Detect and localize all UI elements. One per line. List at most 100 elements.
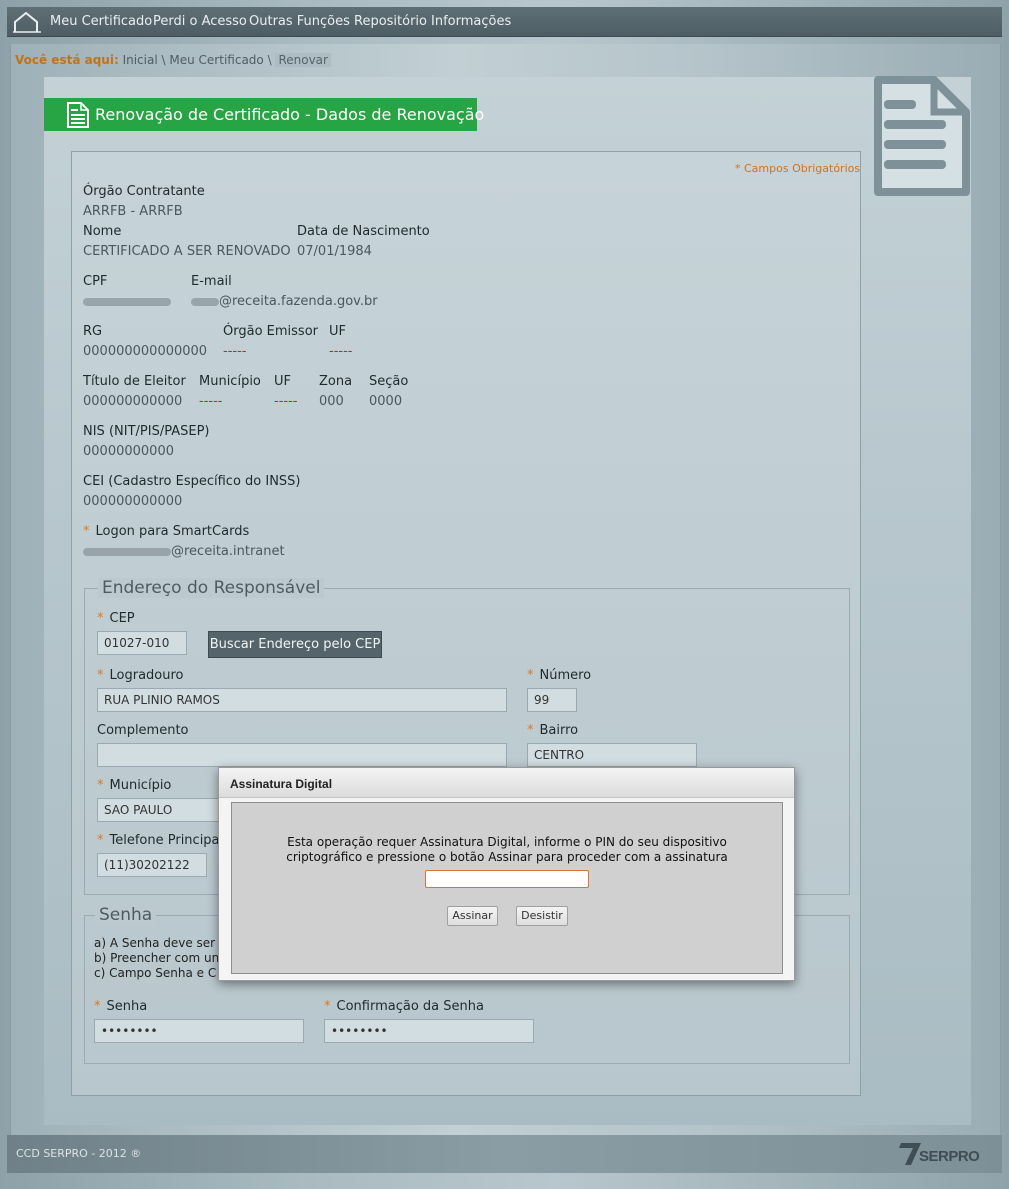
endereco-legend: Endereço do Responsável [98, 578, 325, 598]
required-marker: * [324, 999, 331, 1014]
document-list-icon [66, 101, 90, 129]
dialog-message: Esta operação requer Assinatura Digital,… [232, 835, 782, 865]
nav-informacoes[interactable]: Informações [431, 14, 511, 29]
dialog-header[interactable]: Assinatura Digital [219, 768, 794, 798]
orgao-contratante-label: Órgão Contratante [83, 184, 205, 199]
cei-value: 000000000000 [83, 494, 183, 509]
top-nav-bar: Meu Certificado Perdi o Acesso Outras Fu… [7, 7, 1002, 37]
senha-label-text: Senha [106, 999, 148, 1014]
desistir-button[interactable]: Desistir [516, 906, 568, 926]
cep-input[interactable]: 01027-010 [97, 631, 187, 655]
serpro-logo-text: SERPRO [919, 1148, 980, 1165]
logon-label-text: Logon para SmartCards [95, 524, 250, 539]
nav-repositorio[interactable]: Repositório [354, 14, 427, 29]
municipio-input[interactable]: SAO PAULO [97, 798, 227, 822]
senha-rule-a: a) A Senha deve ser [94, 936, 216, 950]
bairro-label: * Bairro [527, 723, 578, 738]
municipio-eleitor-value: ----- [199, 394, 223, 409]
cei-label: CEI (Cadastro Específico do INSS) [83, 474, 301, 489]
numero-label: * Número [527, 668, 591, 683]
cpf-label: CPF [83, 274, 108, 289]
breadcrumb-label: Você está aqui: [15, 53, 119, 67]
breadcrumb-item-meu-certificado[interactable]: Meu Certificado [169, 53, 263, 67]
nome-value: CERTIFICADO A SER RENOVADO [83, 244, 291, 259]
nis-value: 00000000000 [83, 444, 174, 459]
required-marker: * [97, 611, 104, 626]
cpf-value-redacted [83, 294, 171, 309]
logon-domain: @receita.intranet [171, 544, 285, 559]
uf-rg-label: UF [329, 324, 346, 339]
required-marker: * [527, 723, 534, 738]
home-icon[interactable] [13, 10, 43, 34]
titulo-eleitor-value: 000000000000 [83, 394, 183, 409]
data-nascimento-label: Data de Nascimento [297, 224, 430, 239]
buscar-endereco-button[interactable]: Buscar Endereço pelo CEP [208, 631, 382, 658]
logradouro-label-text: Logradouro [109, 668, 184, 683]
secao-value: 0000 [369, 394, 403, 409]
telefone-label-text: Telefone Principal [109, 833, 224, 848]
nav-outras-funcoes[interactable]: Outras Funções [249, 14, 350, 29]
breadcrumb: Você está aqui: Inicial \ Meu Certificad… [15, 53, 331, 67]
logradouro-label: * Logradouro [97, 668, 184, 683]
confirmacao-label-text: Confirmação da Senha [336, 999, 484, 1014]
breadcrumb-separator: \ [161, 53, 166, 67]
footer: CCD SERPRO - 2012 ® SERPRO [7, 1135, 1002, 1173]
senha-label: * Senha [94, 999, 147, 1014]
cep-label-text: CEP [109, 611, 135, 626]
nav-perdi-o-acesso[interactable]: Perdi o Acesso [153, 14, 247, 29]
nome-label: Nome [83, 224, 122, 239]
dialog-title: Assinatura Digital [230, 777, 333, 791]
dialog-message-line-1: Esta operação requer Assinatura Digital,… [287, 835, 727, 849]
assinar-button[interactable]: Assinar [447, 906, 498, 926]
zona-value: 000 [319, 394, 344, 409]
confirmacao-senha-label: * Confirmação da Senha [324, 999, 484, 1014]
dialog-body: Esta operação requer Assinatura Digital,… [231, 802, 783, 974]
secao-label: Seção [369, 374, 409, 389]
email-label: E-mail [191, 274, 232, 289]
rg-value: 000000000000000 [83, 344, 208, 359]
logon-label: * Logon para SmartCards [83, 524, 249, 539]
senha-legend: Senha [95, 905, 157, 925]
bairro-input[interactable]: CENTRO [527, 743, 697, 767]
rg-label: RG [83, 324, 103, 339]
telefone-label: * Telefone Principal [97, 833, 223, 848]
serpro-logo[interactable]: SERPRO [897, 1139, 995, 1169]
dialog-message-line-2: criptográfico e pressione o botão Assina… [286, 850, 728, 864]
data-nascimento-value: 07/01/1984 [297, 244, 372, 259]
nav-meu-certificado[interactable]: Meu Certificado [50, 14, 152, 29]
required-marker: * [527, 668, 534, 683]
senha-rule-c: c) Campo Senha e C [94, 966, 217, 980]
required-marker: * [97, 833, 104, 848]
municipio-label-text: Município [109, 778, 172, 793]
logradouro-input[interactable]: RUA PLINIO RAMOS [97, 688, 507, 712]
bairro-label-text: Bairro [539, 723, 579, 738]
numero-label-text: Número [539, 668, 592, 683]
senha-input[interactable]: •••••••• [94, 1019, 304, 1043]
complemento-input[interactable] [97, 743, 507, 767]
zona-label: Zona [319, 374, 353, 389]
orgao-emissor-value: ----- [223, 344, 247, 359]
footer-copyright: CCD SERPRO - 2012 ® [16, 1147, 142, 1160]
page-title-bar: Renovação de Certificado - Dados de Reno… [44, 98, 484, 131]
orgao-emissor-label: Órgão Emissor [223, 324, 318, 339]
cep-label: * CEP [97, 611, 135, 626]
email-domain: @receita.fazenda.gov.br [219, 294, 378, 309]
senha-rule-b: b) Preencher com un [94, 951, 220, 965]
breadcrumb-item-renovar: Renovar [275, 53, 331, 67]
pin-input[interactable] [425, 870, 589, 888]
nis-label: NIS (NIT/PIS/PASEP) [83, 424, 210, 439]
telefone-input[interactable]: (11)30202122 [97, 853, 207, 877]
assinatura-digital-dialog: Assinatura Digital Esta operação requer … [218, 767, 795, 981]
required-fields-note: * Campos Obrigatórios [735, 162, 861, 175]
required-marker: * [83, 524, 90, 539]
titulo-eleitor-label: Título de Eleitor [83, 374, 186, 389]
confirmacao-senha-input[interactable]: •••••••• [324, 1019, 534, 1043]
breadcrumb-item-inicial[interactable]: Inicial [123, 53, 158, 67]
municipio-label: * Município [97, 778, 171, 793]
required-marker: * [97, 778, 104, 793]
numero-input[interactable]: 99 [527, 688, 577, 712]
uf-eleitor-value: ----- [274, 394, 298, 409]
orgao-contratante-value: ARRFB - ARRFB [83, 204, 183, 219]
uf-eleitor-label: UF [274, 374, 291, 389]
required-marker: * [94, 999, 101, 1014]
